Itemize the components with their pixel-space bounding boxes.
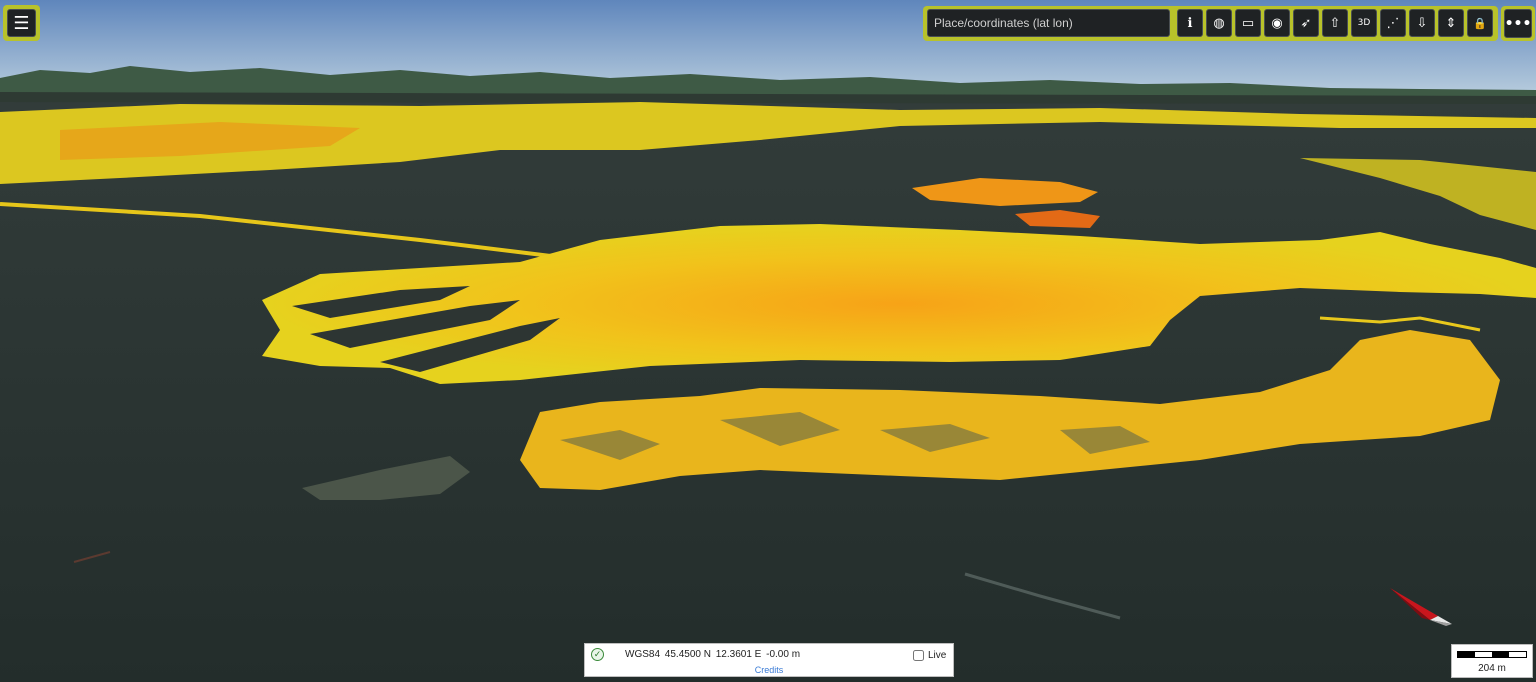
- share-icon[interactable]: ⇧: [1322, 9, 1348, 37]
- network-icon[interactable]: ⋰: [1380, 9, 1406, 37]
- menu-container: ☰: [3, 5, 40, 41]
- scale-bar: 204 m: [1451, 644, 1533, 678]
- longitude-value: 12.3601 E: [715, 649, 762, 660]
- elevation-value: -0.00 m: [766, 649, 801, 660]
- hamburger-menu-icon[interactable]: ☰: [7, 9, 36, 37]
- coordinates-readout: WGS84 45.4500 N 12.3601 E -0.00 m: [625, 649, 802, 660]
- target-icon[interactable]: ◉: [1264, 9, 1290, 37]
- search-input[interactable]: [927, 9, 1170, 37]
- credits-link[interactable]: Credits: [585, 665, 953, 675]
- lock-icon[interactable]: 🔒: [1467, 9, 1493, 37]
- live-toggle[interactable]: Live: [913, 650, 946, 661]
- top-toolbar: ℹ ◍ ▭ ◉ ➶ ⇧ 3D ⋰ ⇩ ⇕ 🔒: [923, 6, 1498, 41]
- live-label: Live: [928, 650, 947, 661]
- latitude-value: 45.4500 N: [664, 649, 711, 660]
- more-options-icon[interactable]: •••: [1504, 9, 1532, 38]
- live-checkbox[interactable]: [913, 650, 924, 661]
- compass-needle-icon[interactable]: [1386, 584, 1456, 628]
- datum-label: WGS84: [625, 649, 661, 660]
- ruler-icon[interactable]: ▭: [1235, 9, 1261, 37]
- scale-label: 204 m: [1478, 663, 1506, 674]
- map-3d-scene[interactable]: [0, 0, 1536, 682]
- upload-download-icon[interactable]: ⇕: [1438, 9, 1464, 37]
- verified-icon: ✓: [591, 648, 604, 661]
- info-icon[interactable]: ℹ: [1177, 9, 1203, 37]
- 3d-view-icon[interactable]: 3D: [1351, 9, 1377, 37]
- coordinates-status-bar: ✓ WGS84 45.4500 N 12.3601 E -0.00 m Live…: [584, 643, 954, 677]
- more-container: •••: [1501, 6, 1535, 41]
- download-icon[interactable]: ⇩: [1409, 9, 1435, 37]
- globe-icon[interactable]: ◍: [1206, 9, 1232, 37]
- scale-bar-graphic: [1457, 651, 1527, 658]
- compass-icon[interactable]: ➶: [1293, 9, 1319, 37]
